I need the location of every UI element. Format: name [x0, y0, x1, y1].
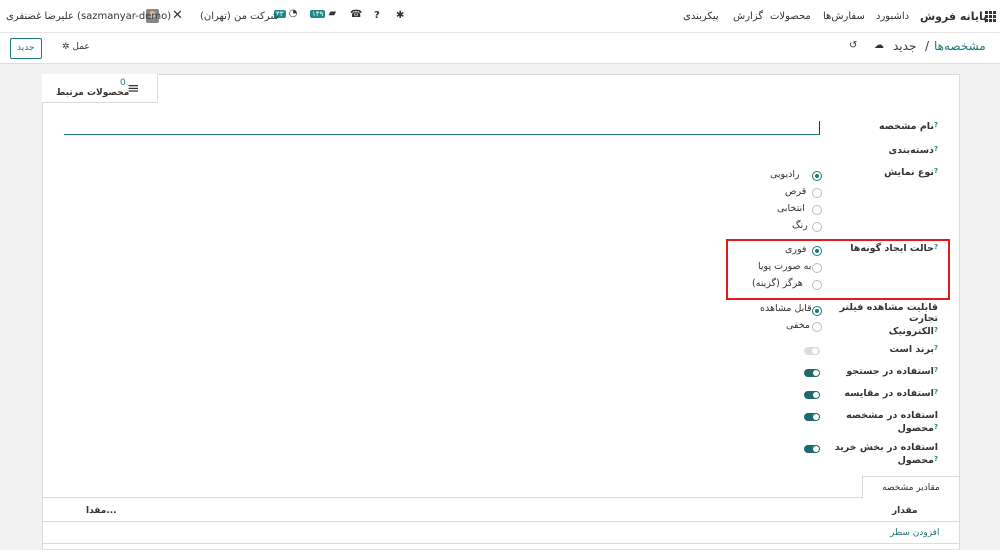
variant-creation-option-never: هرگز (گزینه) [752, 278, 803, 289]
ecommerce-radio-hidden[interactable] [812, 322, 822, 332]
name-input[interactable] [64, 134, 820, 135]
menu-dashboard[interactable]: داشبورد [876, 11, 909, 22]
tools-icon[interactable]: ✕ [172, 8, 183, 23]
phone-icon[interactable]: ☎ [350, 9, 362, 20]
values-table-header: مقدار مقدا... [42, 503, 960, 522]
display-type-radio-select[interactable] [812, 205, 822, 215]
menu-orders[interactable]: سفارش‌ها [823, 11, 865, 22]
action-label: عمل [72, 42, 90, 52]
messages-badge: ۱۴۹ [310, 10, 326, 18]
use-in-compare-label: استفاده در مقایسه? [844, 388, 938, 399]
messages-button[interactable]: ۱۴۹ ▰ [310, 8, 336, 19]
action-menu[interactable]: ✲ عمل [62, 42, 90, 52]
clock-icon: ◔ [288, 8, 298, 19]
related-products-button[interactable]: 0 محصولات مرتبط ≡ [42, 74, 158, 103]
name-label: نام مشخصه? [879, 121, 938, 132]
variant-creation-radio-never[interactable] [812, 280, 822, 290]
display-type-option-color: رنگ [792, 220, 808, 231]
use-in-purchase-toggle[interactable] [804, 445, 820, 453]
display-type-radio-pills[interactable] [812, 188, 822, 198]
help-icon[interactable]: ? [374, 10, 380, 21]
chat-icon: ▰ [328, 8, 337, 19]
tab-attribute-values[interactable]: مقادیر مشخصه [862, 476, 960, 499]
add-line-link[interactable]: افزودن سطر [890, 528, 939, 538]
display-type-radio-radio[interactable] [812, 171, 822, 181]
menu-configuration[interactable]: پیکربندی [683, 11, 719, 22]
use-in-product-attribute-toggle[interactable] [804, 413, 820, 421]
ecommerce-radio-visible[interactable] [812, 306, 822, 316]
variant-creation-radio-instant[interactable] [812, 246, 822, 256]
ecommerce-option-visible: قابل مشاهده [760, 303, 812, 314]
variant-creation-label: حالت ایجاد گونه‌ها? [850, 243, 938, 254]
ecommerce-filter-label: قابلیت مشاهده فیلتر تجارت الکترونیک? [839, 302, 938, 337]
ecommerce-option-hidden: مخفی [786, 320, 810, 331]
gear-icon: ✲ [62, 42, 73, 52]
related-products-count: 0 [120, 78, 126, 88]
company-switcher[interactable]: شرکت من (تهران) [200, 11, 279, 22]
save-cloud-icon[interactable]: ☁ [874, 40, 884, 51]
breadcrumb-current: جدید [893, 39, 917, 53]
display-type-option-radio: رادیویی [770, 169, 800, 180]
category-label: دسته‌بندی? [888, 145, 938, 156]
column-value[interactable]: مقدار [892, 506, 918, 516]
top-navbar: پایانه فروش داشبورد سفارش‌ها محصولات گزا… [0, 0, 1000, 33]
display-type-option-select: انتخابی [777, 203, 805, 214]
tab-bar-line [42, 497, 960, 498]
new-button[interactable]: جدید [10, 38, 42, 59]
use-in-product-attribute-label: استفاده در مشخصه محصول? [846, 410, 938, 434]
display-type-radio-color[interactable] [812, 222, 822, 232]
is-brand-toggle[interactable] [804, 347, 820, 355]
variant-creation-option-instant: فوری [785, 244, 807, 255]
variant-creation-radio-dynamic[interactable] [812, 263, 822, 273]
name-input-cursor [819, 121, 820, 134]
related-products-label: محصولات مرتبط [56, 88, 130, 98]
column-default[interactable]: مقدا... [86, 506, 117, 516]
use-in-purchase-label: استفاده در بخش خرید محصول? [834, 442, 938, 466]
table-bottom-line [42, 543, 960, 544]
use-in-search-label: استفاده در جستجو? [846, 366, 938, 377]
list-icon: ≡ [127, 79, 140, 97]
menu-reporting[interactable]: گزارش [733, 11, 763, 22]
discard-icon[interactable]: ↺ [849, 40, 857, 51]
breadcrumb-separator: / [925, 39, 930, 53]
user-menu[interactable]: علیرضا غضنفری (sazmanyar-demo) [6, 11, 171, 22]
breadcrumb-parent[interactable]: مشخصه‌ها [934, 39, 986, 53]
debug-icon[interactable]: ✱ [396, 10, 404, 21]
menu-products[interactable]: محصولات [770, 11, 811, 22]
is-brand-label: برند است? [889, 344, 938, 355]
use-in-compare-toggle[interactable] [804, 391, 820, 399]
display-type-label: نوع نمایش? [884, 167, 938, 178]
use-in-search-toggle[interactable] [804, 369, 820, 377]
variant-creation-option-dynamic: به صورت پویا [758, 261, 812, 272]
app-brand[interactable]: پایانه فروش [920, 10, 987, 23]
display-type-option-pills: قرص [785, 186, 807, 197]
